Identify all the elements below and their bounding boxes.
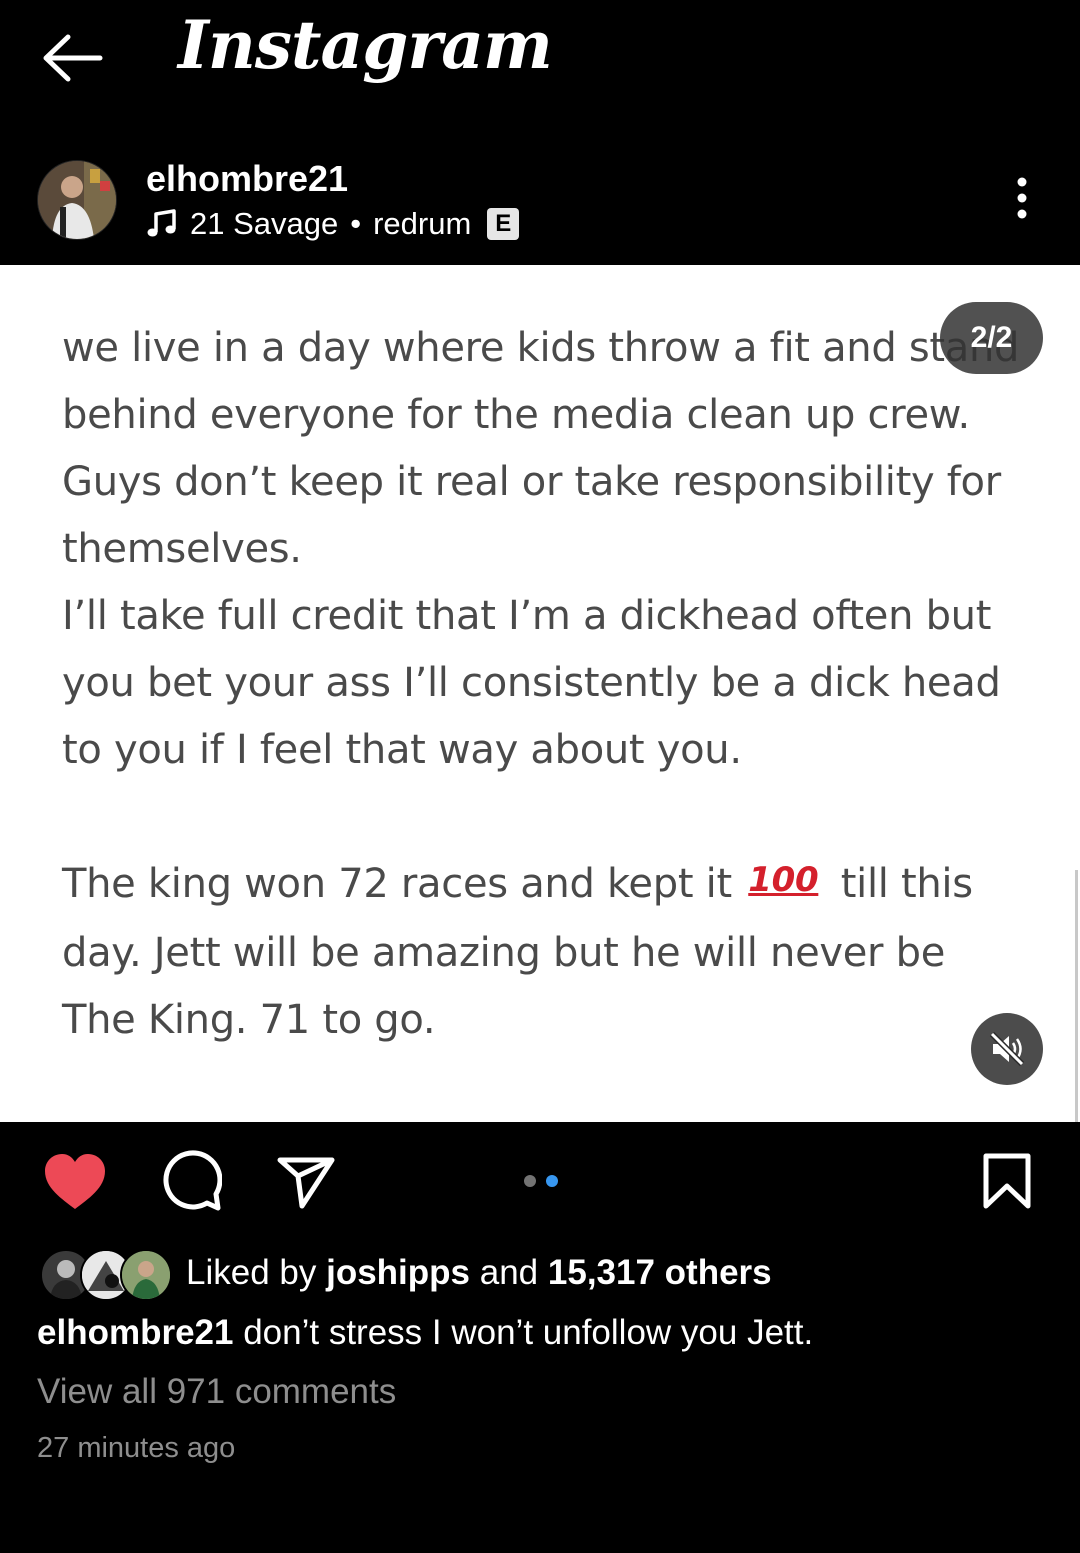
text-line: The King. 71 to go. [62,997,436,1043]
view-comments-link[interactable]: View all 971 comments [37,1372,396,1412]
avatar [120,1249,172,1301]
bookmark-icon[interactable] [982,1152,1032,1210]
post-username[interactable]: elhombre21 [146,158,348,200]
carousel-counter: 2/2 [940,302,1043,374]
mute-icon [989,1031,1025,1067]
text-line: I’ll take full credit that I’m a dickhea… [62,593,992,639]
text-line: The king won 72 races and kept it 100 ti… [62,851,1052,920]
carousel-dot [524,1175,536,1187]
post-caption: elhombre21 don’t stress I won’t unfollow… [37,1313,813,1353]
comment-icon[interactable] [160,1150,222,1212]
mute-button[interactable] [971,1013,1043,1085]
text-line: you bet your ass I’ll consistently be a … [62,660,1001,706]
music-separator: • [350,206,362,241]
music-attribution[interactable]: 21 Savage • redrum E [146,206,520,242]
share-icon[interactable] [276,1154,336,1210]
post-image-text: we live in a day where kids throw a fit … [62,315,1052,1054]
text-line: to you if I feel that way about you. [62,727,742,773]
music-note-icon [147,209,176,237]
action-bar [0,1140,1080,1220]
more-vertical-icon[interactable] [1008,176,1036,220]
explicit-badge: E [487,208,520,240]
carousel-dot-active [546,1175,558,1187]
avatar[interactable] [37,160,117,240]
top-bar: Instagram [0,0,1080,130]
scrollbar[interactable] [1075,870,1078,1122]
post-image[interactable]: we live in a day where kids throw a fit … [0,265,1080,1122]
caption-text: don’t stress I won’t unfollow you Jett. [243,1313,814,1352]
carousel-indicator [524,1175,558,1187]
post-header: elhombre21 21 Savage • redrum E [0,150,1080,260]
text-line: behind everyone for the media clean up c… [62,392,970,438]
text-line: day. Jett will be amazing but he will ne… [62,930,946,976]
liker-username[interactable]: joshipps [326,1253,470,1292]
likes-row[interactable]: Liked by joshipps and 15,317 others [40,1245,772,1301]
post-timestamp: 27 minutes ago [37,1432,236,1464]
music-artist: 21 Savage [190,206,339,241]
likes-others[interactable]: 15,317 others [548,1253,772,1292]
back-arrow-icon[interactable] [38,30,108,86]
music-track: redrum [373,206,472,241]
text-line: Guys don’t keep it real or take responsi… [62,459,1001,505]
instagram-logo: Instagram [178,6,553,84]
heart-icon[interactable] [42,1152,108,1212]
caption-username[interactable]: elhombre21 [37,1313,233,1352]
text-line: we live in a day where kids throw a fit … [62,325,1020,371]
likes-count[interactable]: Liked by joshipps and 15,317 others [186,1253,772,1293]
liker-avatars [40,1247,172,1301]
text-line: themselves. [62,526,302,572]
hundred-emoji-icon: 100 [748,860,819,900]
